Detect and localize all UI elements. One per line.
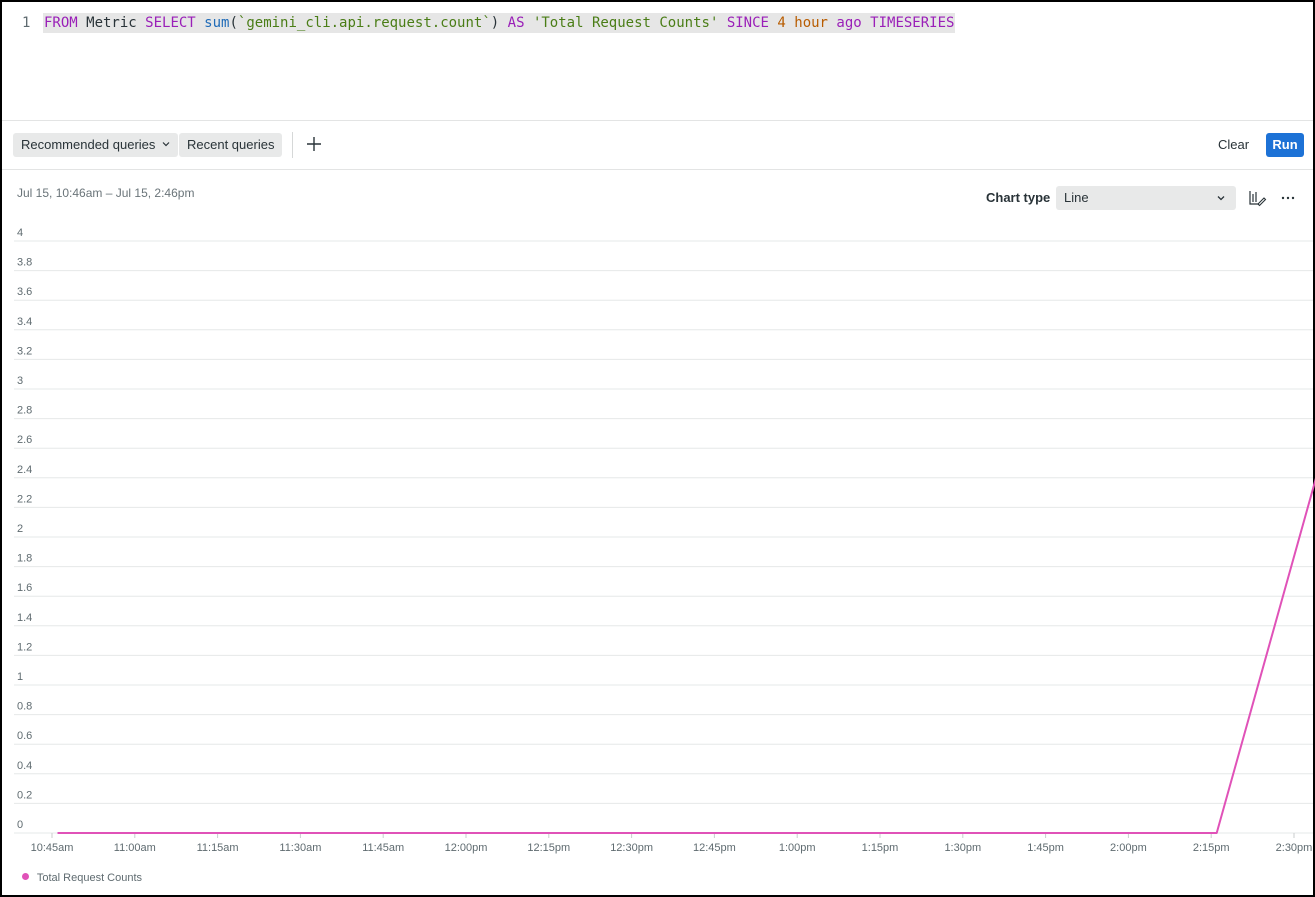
query-token — [718, 15, 726, 31]
y-tick-label: 4 — [17, 227, 23, 239]
y-tick-label: 2 — [17, 523, 23, 535]
x-tick-label: 11:15am — [197, 842, 239, 854]
y-tick-label: 0.8 — [17, 701, 32, 713]
query-token: SELECT — [145, 15, 196, 31]
run-button[interactable]: Run — [1266, 133, 1304, 157]
query-token: Metric — [77, 15, 146, 31]
query-token — [862, 15, 870, 31]
add-query-icon[interactable] — [304, 134, 324, 154]
y-tick-label: 2.2 — [17, 493, 32, 505]
query-token: 4 hour — [777, 15, 828, 31]
x-tick-label: 1:30pm — [944, 842, 981, 854]
x-tick-label: 11:00am — [114, 842, 156, 854]
x-tick-label: 12:45pm — [693, 842, 736, 854]
x-tick-label: 1:15pm — [862, 842, 899, 854]
chart-legend[interactable]: Total Request Counts — [22, 872, 142, 886]
y-tick-label: 3.2 — [17, 345, 32, 357]
y-tick-label: 3.8 — [17, 257, 32, 269]
legend-swatch — [22, 873, 29, 880]
query-token — [525, 15, 533, 31]
x-tick-label: 2:00pm — [1110, 842, 1147, 854]
line-chart: 0 0.2 0.4 0.6 0.8 1 1.2 1.4 1.6 1.8 2 2.2 2.4 2.6 2.8 3… — [14, 227, 1315, 854]
x-tick-label: 2:15pm — [1193, 842, 1230, 854]
query-token: ago — [836, 15, 862, 31]
query-token: SINCE — [726, 15, 769, 31]
y-tick-label: 1.2 — [17, 641, 32, 653]
recommended-queries-label: Recommended queries — [21, 137, 156, 152]
y-tick-label: 3.4 — [17, 316, 32, 328]
recent-queries-button[interactable]: Recent queries — [179, 133, 283, 157]
x-tick-label: 1:45pm — [1027, 842, 1064, 854]
x-tick-label: 12:15pm — [527, 842, 570, 854]
query-token: FROM — [44, 15, 78, 31]
legend-label: Total Request Counts — [36, 872, 143, 884]
x-tick-label: 10:45am — [31, 842, 74, 854]
visualization-settings-icon[interactable] — [1247, 188, 1267, 208]
x-tick-label: 1:00pm — [779, 842, 816, 854]
y-tick-label: 1.6 — [17, 582, 32, 594]
y-tick-label: 2.4 — [17, 464, 32, 476]
query-token: `gemini_cli.api.request.count` — [237, 15, 491, 31]
query-token: ) — [490, 15, 508, 31]
chart-type-select[interactable]: Line — [1056, 186, 1236, 210]
query-text[interactable]: FROM Metric SELECT sum(`gemini_cli.api.r… — [43, 13, 956, 33]
recommended-queries-button[interactable]: Recommended queries — [13, 133, 179, 157]
query-token: AS — [507, 15, 525, 31]
y-tick-label: 0.6 — [17, 730, 32, 742]
toolbar-divider — [292, 132, 293, 158]
time-range-label: Jul 15, 10:46am – Jul 15, 2:46pm — [17, 186, 195, 200]
x-tick-label: 12:30pm — [610, 842, 653, 854]
clear-button[interactable]: Clear — [1212, 134, 1255, 156]
query-toolbar: Recommended queries Recent queries Clear… — [2, 120, 1313, 170]
query-token: sum — [204, 15, 230, 31]
query-editor[interactable]: 1 FROM Metric SELECT sum(`gemini_cli.api… — [2, 2, 1313, 120]
y-tick-label: 3 — [17, 375, 23, 387]
y-tick-label: 2.6 — [17, 434, 32, 446]
chart-type-value: Line — [1064, 190, 1089, 205]
line-number: 1 — [22, 15, 31, 31]
query-token: ( — [229, 15, 238, 31]
more-options-icon[interactable] — [1280, 188, 1296, 208]
x-tick-label: 12:00pm — [445, 842, 488, 854]
x-tick-label: 2:30pm — [1276, 842, 1313, 854]
y-tick-label: 1.4 — [17, 612, 32, 624]
y-tick-label: 0.4 — [17, 760, 32, 772]
y-tick-label: 0 — [17, 819, 23, 831]
query-token — [196, 15, 204, 31]
x-tick-label: 11:30am — [279, 842, 321, 854]
y-tick-label: 2.8 — [17, 405, 32, 417]
chart-type-label: Chart type — [986, 190, 1051, 205]
chevron-down-icon — [1217, 196, 1225, 201]
y-tick-label: 1.8 — [17, 553, 32, 565]
y-tick-label: 0.2 — [17, 789, 32, 801]
chevron-down-icon — [162, 142, 170, 147]
query-token: 'Total Request Counts' — [532, 15, 719, 31]
query-token: TIMESERIES — [870, 15, 955, 31]
y-tick-label: 1 — [17, 671, 23, 683]
x-tick-label: 11:45am — [362, 842, 404, 854]
y-tick-label: 3.6 — [17, 286, 32, 298]
